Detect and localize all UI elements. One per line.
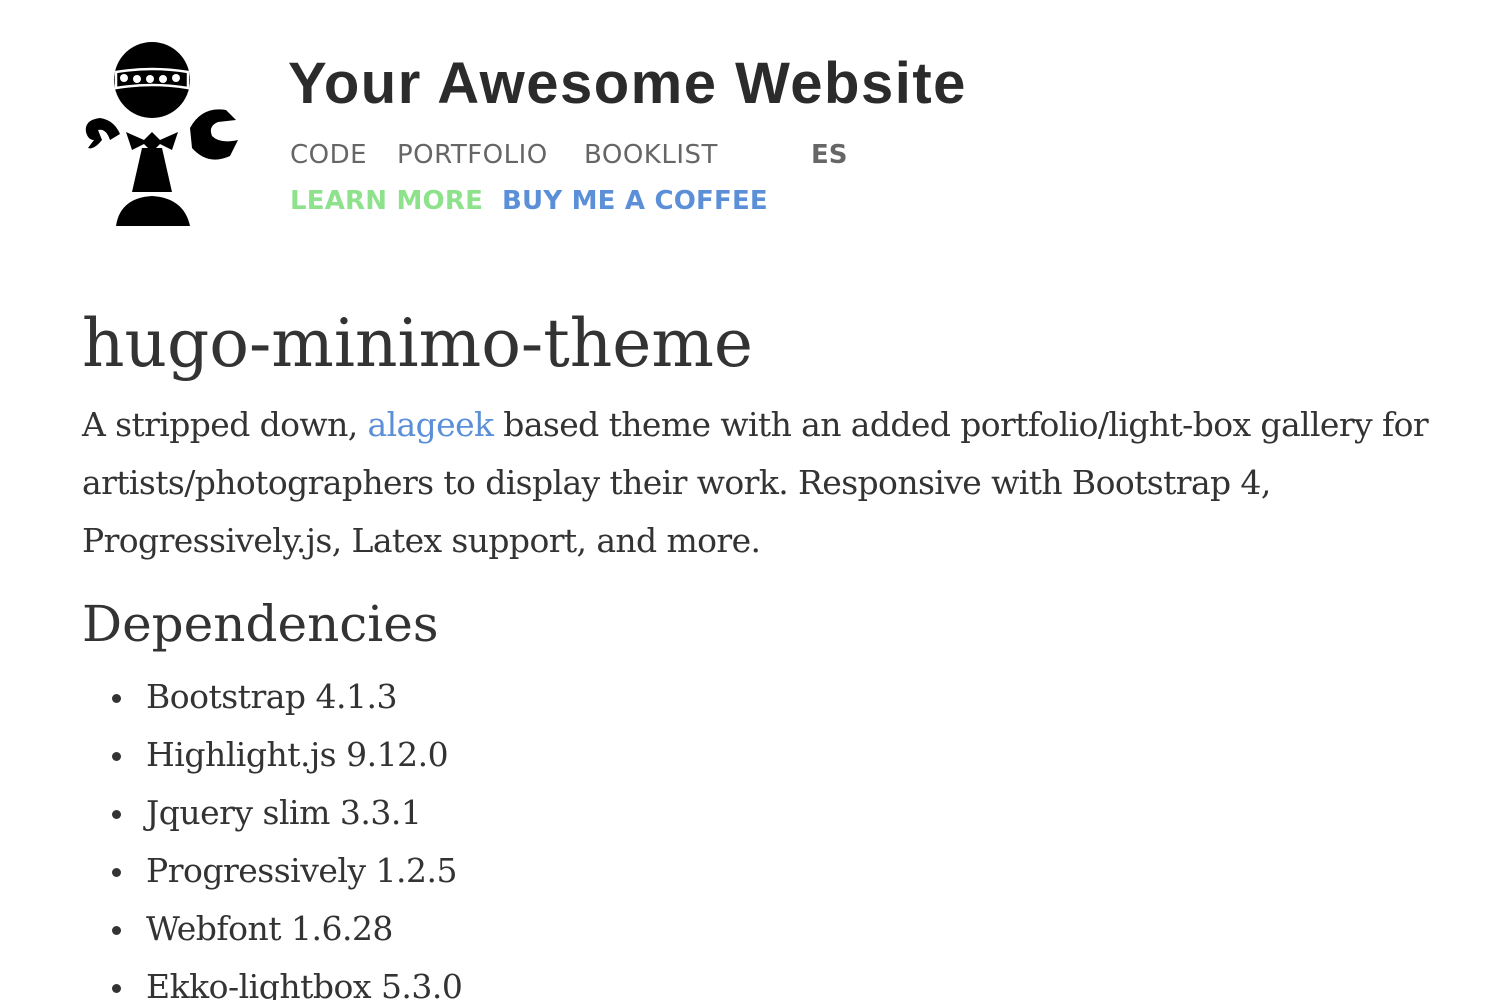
- buy-me-a-coffee-link[interactable]: BUY ME A COFFEE: [502, 184, 768, 218]
- list-item: Ekko-lightbox 5.3.0: [111, 958, 463, 1000]
- dependencies-heading: Dependencies: [82, 595, 439, 653]
- list-item: Progressively 1.2.5: [111, 842, 462, 900]
- site-logo[interactable]: [80, 36, 242, 230]
- site-title[interactable]: Your Awesome Website: [288, 50, 967, 118]
- nav-link-portfolio[interactable]: PORTFOLIO: [397, 138, 548, 172]
- learn-more-link[interactable]: LEARN MORE: [290, 184, 483, 218]
- ninja-mascot-icon: [85, 42, 238, 226]
- list-item: Jquery slim 3.3.1: [111, 784, 462, 842]
- language-switch-link[interactable]: ES: [811, 138, 848, 172]
- nav-link-code[interactable]: CODE: [290, 138, 367, 172]
- nav-link-booklist[interactable]: BOOKLIST: [584, 138, 718, 172]
- dependencies-list: Bootstrap 4.1.3 Highlight.js 9.12.0 Jque…: [111, 668, 463, 1000]
- intro-text-before-link: A stripped down,: [82, 405, 368, 444]
- list-item: Bootstrap 4.1.3: [111, 668, 462, 726]
- list-item: Highlight.js 9.12.0: [111, 726, 462, 784]
- alageek-link[interactable]: alageek: [368, 405, 494, 444]
- list-item: Webfont 1.6.28: [111, 900, 462, 958]
- intro-paragraph: A stripped down, alageek based theme wit…: [82, 396, 1452, 570]
- page-title: hugo-minimo-theme: [82, 305, 753, 382]
